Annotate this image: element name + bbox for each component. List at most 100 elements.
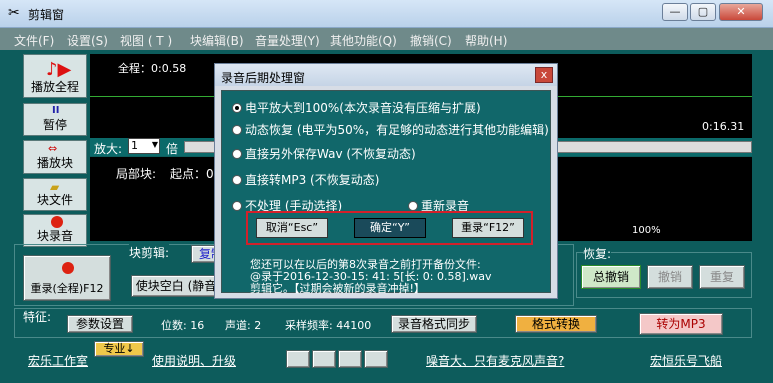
option-save-wav-label: 直接另外保存Wav (不恢复动态) bbox=[245, 147, 416, 161]
noise-help-link[interactable]: 噪音大、只有麦克风声音? bbox=[426, 352, 564, 369]
cancel-label: 取消“Esc” bbox=[265, 221, 319, 234]
bits-info: 位数: 16 bbox=[161, 319, 205, 332]
redo-label: 重复 bbox=[709, 270, 734, 284]
channels-info: 声道: 2 bbox=[225, 319, 262, 332]
brand-link[interactable]: 宏恒乐号飞船 bbox=[650, 352, 722, 369]
pause-label: 暂停 bbox=[42, 118, 67, 132]
sync-format-button[interactable]: 录音格式同步 bbox=[391, 315, 477, 333]
level-percent: 100% bbox=[632, 225, 661, 236]
minimize-button[interactable]: — bbox=[662, 3, 688, 21]
menu-undo[interactable]: 撤销(C) bbox=[410, 32, 452, 49]
total-time-label: 全程：0:0.58 bbox=[118, 62, 187, 75]
app-scissors-icon: ✂ bbox=[8, 5, 20, 21]
pause-icon: II bbox=[52, 105, 60, 116]
option-dynamic-restore-label: 动态恢复 (电平为50%，有足够的动态进行其他功能编辑) bbox=[245, 123, 549, 137]
rerecord-all-button[interactable]: 重录(全程)F12 bbox=[23, 255, 111, 301]
redo-record-button[interactable]: 重录“F12” bbox=[452, 218, 524, 238]
zoom-select[interactable]: 1 ▼ bbox=[128, 138, 160, 154]
restore-label: 恢复: bbox=[583, 245, 612, 262]
menu-block-edit[interactable]: 块编辑(B) bbox=[190, 32, 244, 49]
block-record-button[interactable]: 块录音 bbox=[23, 214, 87, 247]
menu-bar: 文件(F) 设置(S) 视图 ( T ) 块编辑(B) 音量处理(Y) 其他功能… bbox=[0, 28, 773, 50]
cancel-button[interactable]: 取消“Esc” bbox=[256, 218, 328, 238]
undo-button[interactable]: 撤销 bbox=[647, 265, 693, 289]
dialog-body: 电平放大到100%(本次录音没有压缩与扩展) 动态恢复 (电平为50%，有足够的… bbox=[221, 90, 551, 295]
block-file-label: 块文件 bbox=[36, 193, 73, 207]
to-mp3-button[interactable]: 转为MP3 bbox=[639, 313, 723, 335]
blank-block-button[interactable]: 使块空白 (静音 bbox=[131, 275, 221, 297]
menu-file[interactable]: 文件(F) bbox=[14, 32, 54, 49]
params-button[interactable]: 参数设置 bbox=[67, 315, 133, 333]
menu-volume[interactable]: 音量处理(Y) bbox=[255, 32, 320, 49]
radio-icon bbox=[232, 175, 242, 185]
zoom-label: 放大: bbox=[94, 142, 123, 156]
redo-record-label: 重录“F12” bbox=[461, 221, 515, 234]
radio-icon bbox=[232, 149, 242, 159]
convert-format-button[interactable]: 格式转换 bbox=[515, 315, 597, 333]
blank-block-label: 使块空白 (静音 bbox=[135, 279, 217, 293]
dialog-close-button[interactable]: x bbox=[535, 67, 553, 83]
menu-settings[interactable]: 设置(S) bbox=[67, 32, 108, 49]
pause-button[interactable]: II 暂停 bbox=[23, 103, 87, 136]
close-button[interactable]: ✕ bbox=[719, 3, 763, 21]
layout-icon-4[interactable] bbox=[364, 350, 388, 368]
play-block-label: 播放块 bbox=[36, 156, 73, 170]
block-file-button[interactable]: ▰ 块文件 bbox=[23, 178, 87, 211]
title-bar: ✂ 剪辑窗 — ▢ ✕ bbox=[0, 0, 773, 28]
backup-note-3: 剪辑它。【过期会被新的录音冲掉!】 bbox=[250, 282, 425, 295]
features-panel: 特征: 参数设置 位数: 16 声道: 2 采样频率: 44100 录音格式同步… bbox=[14, 308, 752, 338]
block-record-label: 块录音 bbox=[36, 229, 73, 243]
option-normalize[interactable]: 电平放大到100%(本次录音没有压缩与扩展) bbox=[232, 99, 481, 116]
end-time-label: 0:16.31 bbox=[702, 120, 745, 133]
params-label: 参数设置 bbox=[75, 317, 124, 331]
option-to-mp3[interactable]: 直接转MP3 (不恢复动态) bbox=[232, 171, 379, 188]
play-all-label: 播放全程 bbox=[30, 80, 79, 94]
play-icon: ♪▶ bbox=[46, 59, 72, 80]
convert-format-label: 格式转换 bbox=[531, 317, 580, 331]
option-dynamic-restore[interactable]: 动态恢复 (电平为50%，有足够的动态进行其他功能编辑) bbox=[232, 121, 549, 138]
play-block-button[interactable]: ⇔ 播放块 bbox=[23, 140, 87, 174]
layout-icon-3[interactable] bbox=[338, 350, 362, 368]
action-buttons-highlight: 取消“Esc” 确定“Y” 重录“F12” bbox=[246, 211, 533, 245]
radio-icon bbox=[408, 201, 418, 211]
ok-label: 确定“Y” bbox=[370, 221, 410, 234]
ok-button[interactable]: 确定“Y” bbox=[354, 218, 426, 238]
menu-other[interactable]: 其他功能(Q) bbox=[330, 32, 397, 49]
record-dot-icon bbox=[62, 262, 74, 274]
undo-all-label: 总撤销 bbox=[592, 270, 629, 284]
sync-format-label: 录音格式同步 bbox=[397, 317, 470, 331]
option-to-mp3-label: 直接转MP3 (不恢复动态) bbox=[245, 173, 380, 187]
help-link[interactable]: 使用说明、升级 bbox=[152, 352, 236, 369]
block-edit-label: 块剪辑: bbox=[129, 244, 170, 261]
radio-icon bbox=[232, 201, 242, 211]
dialog-title-bar: 录音后期处理窗 x bbox=[215, 64, 557, 86]
start-label: 起点：0: bbox=[170, 167, 218, 181]
pro-label: 专业↓ bbox=[103, 342, 135, 355]
redo-button[interactable]: 重复 bbox=[699, 265, 745, 289]
dialog-title: 录音后期处理窗 bbox=[221, 71, 306, 85]
features-label: 特征: bbox=[23, 310, 52, 324]
undo-all-button[interactable]: 总撤销 bbox=[581, 265, 641, 289]
layout-icon-2[interactable] bbox=[312, 350, 336, 368]
option-save-wav[interactable]: 直接另外保存Wav (不恢复动态) bbox=[232, 145, 416, 162]
window-title: 剪辑窗 bbox=[28, 8, 65, 22]
chevron-down-icon: ▼ bbox=[151, 140, 158, 149]
layout-icon-1[interactable] bbox=[286, 350, 310, 368]
dialog-close-label: x bbox=[540, 68, 548, 81]
to-mp3-label: 转为MP3 bbox=[656, 317, 706, 331]
play-all-button[interactable]: ♪▶ 播放全程 bbox=[23, 54, 87, 98]
radio-icon bbox=[232, 125, 242, 135]
undo-label: 撤销 bbox=[657, 270, 682, 284]
block-label: 局部块: bbox=[116, 167, 157, 181]
restore-panel: 恢复: 总撤销 撤销 重复 bbox=[576, 245, 752, 298]
zoom-unit: 倍 bbox=[166, 142, 179, 156]
pro-button[interactable]: 专业↓ bbox=[94, 341, 144, 357]
studio-link[interactable]: 宏乐工作室 bbox=[28, 352, 88, 369]
menu-help[interactable]: 帮助(H) bbox=[465, 32, 507, 49]
radio-checked-icon bbox=[232, 103, 242, 113]
rerecord-all-label: 重录(全程)F12 bbox=[30, 282, 104, 295]
option-normalize-label: 电平放大到100%(本次录音没有压缩与扩展) bbox=[245, 101, 481, 115]
maximize-button[interactable]: ▢ bbox=[690, 3, 716, 21]
zoom-value: 1 bbox=[131, 139, 138, 152]
menu-view[interactable]: 视图 ( T ) bbox=[120, 32, 172, 49]
